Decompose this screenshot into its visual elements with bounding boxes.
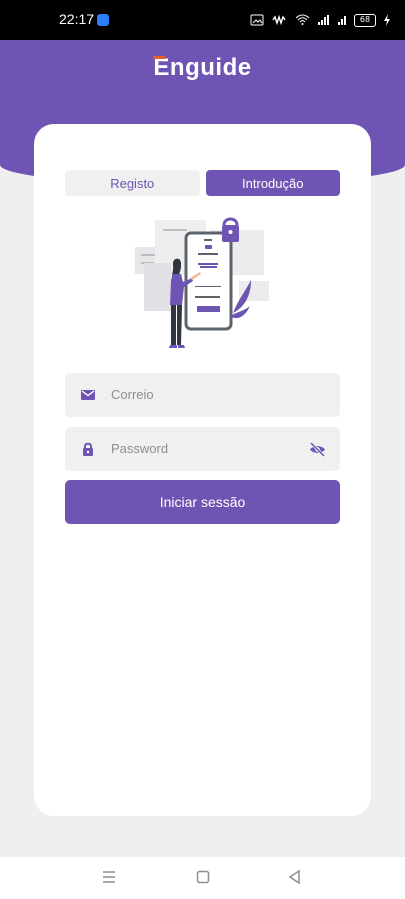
- system-navigation-bar: [0, 857, 405, 899]
- status-icons: 68: [250, 10, 391, 30]
- back-icon[interactable]: [287, 869, 303, 885]
- tab-introducao[interactable]: Introdução: [205, 170, 340, 196]
- app-notification-icon: [97, 14, 109, 26]
- menu-icon[interactable]: [101, 869, 117, 885]
- password-placeholder: Password: [111, 441, 169, 456]
- tab-registo[interactable]: Registo: [65, 170, 200, 196]
- image-icon: [250, 14, 264, 26]
- lock-icon: [83, 442, 93, 456]
- brand-logo: Enguide: [0, 54, 405, 82]
- signal-icon: [318, 15, 329, 25]
- wifi-icon: [295, 14, 310, 25]
- mail-icon: [81, 390, 95, 400]
- eye-off-icon[interactable]: [309, 441, 326, 458]
- battery-icon: 68: [354, 13, 376, 27]
- auth-tabs: Registo Introdução: [65, 170, 340, 196]
- brand-name: Enguide: [153, 54, 252, 81]
- login-illustration: [135, 217, 269, 348]
- password-field[interactable]: Password: [65, 427, 340, 471]
- login-button[interactable]: Iniciar sessão: [65, 480, 340, 524]
- email-field[interactable]: Correio: [65, 373, 340, 417]
- status-time: 22:17: [59, 11, 95, 27]
- signal-icon-2: [338, 16, 346, 25]
- home-square-icon[interactable]: [195, 869, 211, 885]
- login-card: Registo Introdução Correio Password Inic…: [34, 124, 371, 816]
- email-placeholder: Correio: [111, 387, 154, 402]
- vibration-icon: [272, 14, 286, 26]
- status-bar: 22:17 68: [0, 0, 405, 40]
- charging-icon: [384, 14, 390, 26]
